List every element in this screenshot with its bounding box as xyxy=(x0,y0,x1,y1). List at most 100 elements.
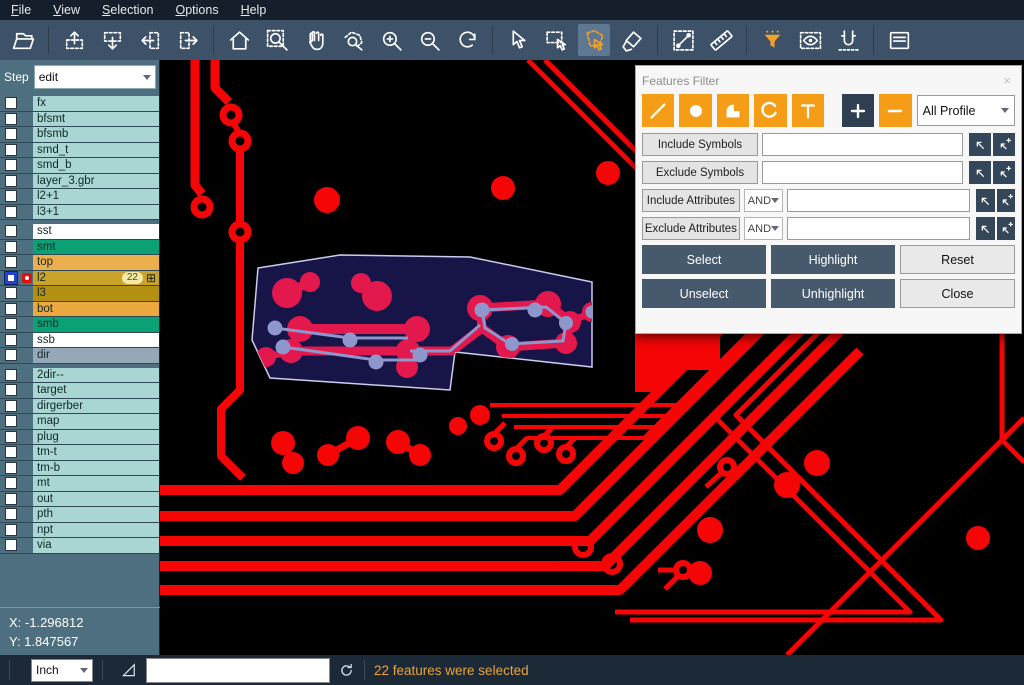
measure-ruler-button[interactable] xyxy=(705,24,737,56)
layer-name[interactable]: tm-b xyxy=(33,461,159,476)
include-symbols-input[interactable] xyxy=(762,133,963,156)
filter-arc-button[interactable] xyxy=(754,94,786,127)
select-button[interactable]: Select xyxy=(642,245,766,274)
layer-checkbox[interactable] xyxy=(5,241,17,253)
filter-pad-button[interactable] xyxy=(679,94,711,127)
layer-row-fx[interactable]: fx xyxy=(0,96,159,112)
layer-row-layer_3.gbr[interactable]: layer_3.gbr xyxy=(0,174,159,190)
pcb-canvas-viewport[interactable]: Features Filter × All Profile Include Sy… xyxy=(160,60,1024,655)
layer-name[interactable]: 2dir-- xyxy=(33,368,159,383)
include-attributes-input[interactable] xyxy=(787,189,970,212)
layer-name[interactable]: out xyxy=(33,492,159,507)
layer-row-out[interactable]: out xyxy=(0,492,159,508)
profile-select[interactable]: All Profile xyxy=(917,95,1015,126)
layer-checkbox[interactable] xyxy=(5,384,17,396)
layer-checkbox[interactable] xyxy=(5,477,17,489)
layer-checkbox[interactable] xyxy=(5,206,17,218)
pan-hand-button[interactable] xyxy=(299,24,331,56)
view-eye-button[interactable] xyxy=(794,24,826,56)
layer-name[interactable]: l222⊞ xyxy=(33,271,159,286)
layer-checkbox[interactable] xyxy=(5,462,17,474)
layer-row-smd_b[interactable]: smd_b xyxy=(0,158,159,174)
layer-row-smb[interactable]: smb xyxy=(0,317,159,333)
layer-name[interactable]: bot xyxy=(33,302,159,317)
layer-checkbox[interactable] xyxy=(5,287,17,299)
layer-name[interactable]: smt xyxy=(33,240,159,255)
refresh-icon[interactable] xyxy=(338,662,355,679)
layer-name[interactable]: dirgerber xyxy=(33,399,159,414)
layer-checkbox[interactable] xyxy=(5,159,17,171)
layer-row-l3[interactable]: l3 xyxy=(0,286,159,302)
layer-row-tm-b[interactable]: tm-b xyxy=(0,461,159,477)
layer-name[interactable]: tm-t xyxy=(33,445,159,460)
exclude-symbols-pick-add-button[interactable] xyxy=(993,161,1015,184)
layer-name[interactable]: dir xyxy=(33,348,159,363)
dialog-title-bar[interactable]: Features Filter × xyxy=(642,70,1015,91)
include-symbols-button[interactable]: Include Symbols xyxy=(642,133,758,156)
menu-view[interactable]: View xyxy=(42,0,91,20)
layer-row-npt[interactable]: npt xyxy=(0,523,159,539)
layer-row-sst[interactable]: sst xyxy=(0,224,159,240)
exclude-attributes-and-select[interactable]: AND xyxy=(744,217,783,240)
close-icon[interactable]: × xyxy=(999,73,1015,88)
layer-checkbox[interactable] xyxy=(5,539,17,551)
layer-checkbox[interactable] xyxy=(5,190,17,202)
layer-checkbox[interactable] xyxy=(5,225,17,237)
select-rectangle-button[interactable] xyxy=(540,24,572,56)
include-attributes-and-select[interactable]: AND xyxy=(744,189,783,212)
filter-text-button[interactable] xyxy=(792,94,824,127)
layer-checkbox[interactable] xyxy=(5,400,17,412)
filter-button[interactable] xyxy=(756,24,788,56)
layer-name[interactable]: target xyxy=(33,383,159,398)
include-symbols-pick-button[interactable] xyxy=(969,133,991,156)
unit-select[interactable]: Inch xyxy=(31,659,93,682)
select-cursor-button[interactable] xyxy=(502,24,534,56)
layer-name[interactable]: fx xyxy=(33,96,159,111)
layer-name[interactable]: layer_3.gbr xyxy=(33,174,159,189)
layer-checkbox[interactable] xyxy=(5,318,17,330)
layer-row-tm-t[interactable]: tm-t xyxy=(0,445,159,461)
select-polygon-button[interactable] xyxy=(578,24,610,56)
layer-name[interactable]: mt xyxy=(33,476,159,491)
layer-checkbox[interactable] xyxy=(5,128,17,140)
home-button[interactable] xyxy=(223,24,255,56)
layer-row-plug[interactable]: plug xyxy=(0,430,159,446)
zoom-undo-button[interactable] xyxy=(451,24,483,56)
layer-name[interactable]: via xyxy=(33,538,159,553)
menu-options[interactable]: Options xyxy=(164,0,229,20)
layer-row-smt[interactable]: smt xyxy=(0,240,159,256)
layer-checkbox[interactable] xyxy=(5,431,17,443)
command-input[interactable] xyxy=(146,658,330,683)
exclude-attributes-pick-add-button[interactable] xyxy=(997,217,1015,240)
include-symbols-pick-add-button[interactable] xyxy=(993,133,1015,156)
layer-checkbox[interactable] xyxy=(5,493,17,505)
layer-checkbox[interactable] xyxy=(5,369,17,381)
layer-checkbox[interactable] xyxy=(5,349,17,361)
exclude-symbols-input[interactable] xyxy=(762,161,963,184)
layer-name[interactable]: plug xyxy=(33,430,159,445)
zoom-out-button[interactable] xyxy=(413,24,445,56)
layer-name[interactable]: l3 xyxy=(33,286,159,301)
close-button[interactable]: Close xyxy=(900,279,1015,308)
layer-row-l2+1[interactable]: l2+1 xyxy=(0,189,159,205)
layer-name[interactable]: ssb xyxy=(33,333,159,348)
open-folder-button[interactable] xyxy=(7,24,39,56)
exclude-attributes-input[interactable] xyxy=(787,217,970,240)
highlight-button[interactable]: Highlight xyxy=(771,245,895,274)
include-attributes-button[interactable]: Include Attributes xyxy=(642,189,740,212)
snap-angle-icon[interactable] xyxy=(120,661,138,679)
layer-row-bot[interactable]: bot xyxy=(0,302,159,318)
clear-brush-button[interactable] xyxy=(616,24,648,56)
layer-name[interactable]: bfsmb xyxy=(33,127,159,142)
layer-checkbox[interactable] xyxy=(5,334,17,346)
layer-checkbox[interactable] xyxy=(5,113,17,125)
layer-name[interactable]: l2+1 xyxy=(33,189,159,204)
exclude-attributes-button[interactable]: Exclude Attributes xyxy=(642,217,740,240)
exclude-symbols-button[interactable]: Exclude Symbols xyxy=(642,161,758,184)
layer-checkbox[interactable] xyxy=(5,415,17,427)
layer-name[interactable]: pth xyxy=(33,507,159,522)
snap-magnet-button[interactable] xyxy=(832,24,864,56)
layer-row-l2[interactable]: l222⊞ xyxy=(0,271,159,287)
layer-row-mt[interactable]: mt xyxy=(0,476,159,492)
filter-add-button[interactable] xyxy=(842,94,874,127)
